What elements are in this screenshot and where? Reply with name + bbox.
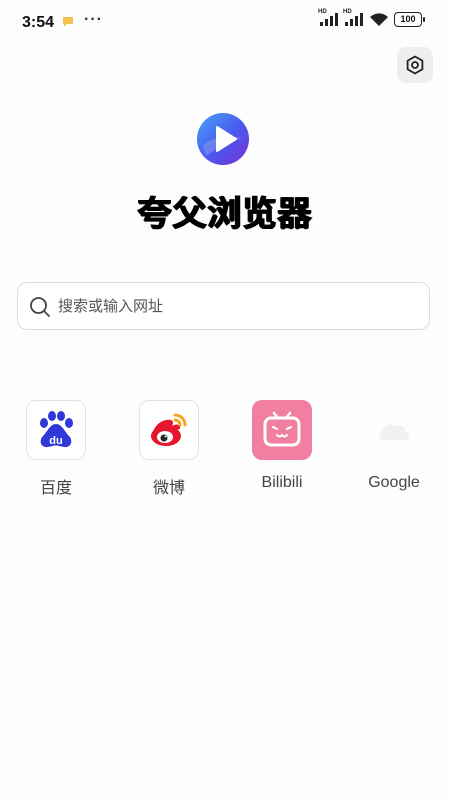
weibo-eye-icon xyxy=(151,413,187,446)
shortcut-grid: du 百度 微博 Bilibili Google xyxy=(0,400,450,500)
more-notifications-icon: ··· xyxy=(84,11,103,28)
shortcut-label: Bilibili xyxy=(261,474,303,491)
svg-text:du: du xyxy=(49,435,62,447)
google-tile[interactable] xyxy=(364,400,424,460)
signal-icon: HD xyxy=(343,9,365,26)
settings-hexagon-icon xyxy=(406,55,424,75)
shortcut-weibo[interactable]: 微博 xyxy=(124,400,214,498)
shortcut-google[interactable]: Google xyxy=(349,400,439,492)
play-logo-icon xyxy=(197,113,249,165)
settings-button[interactable] xyxy=(397,47,433,83)
message-notification-icon xyxy=(63,17,73,27)
battery-icon: 100 xyxy=(394,12,425,27)
shortcut-label: Google xyxy=(368,474,420,491)
status-bar: 3:54 ··· HD HD 100 xyxy=(0,0,450,44)
bilibili-tv-icon xyxy=(263,411,301,447)
status-time: 3:54 xyxy=(22,14,55,31)
app-title: 夸父浏览器 xyxy=(137,195,313,233)
shortcut-baidu[interactable]: du 百度 xyxy=(11,400,101,498)
search-icon xyxy=(30,297,50,317)
baidu-paw-icon: du xyxy=(40,411,73,448)
shortcut-bilibili[interactable]: Bilibili xyxy=(237,400,327,492)
wifi-icon xyxy=(370,13,388,26)
signal-icon: HD xyxy=(318,9,340,26)
shortcut-label: 百度 xyxy=(39,480,72,497)
shortcut-label: 微博 xyxy=(152,480,185,497)
baidu-tile[interactable]: du xyxy=(26,400,86,460)
search-bar[interactable] xyxy=(17,282,430,330)
search-input[interactable] xyxy=(56,283,420,330)
bilibili-tile[interactable] xyxy=(252,400,312,460)
weibo-tile[interactable] xyxy=(139,400,199,460)
google-cloud-icon xyxy=(378,424,410,440)
